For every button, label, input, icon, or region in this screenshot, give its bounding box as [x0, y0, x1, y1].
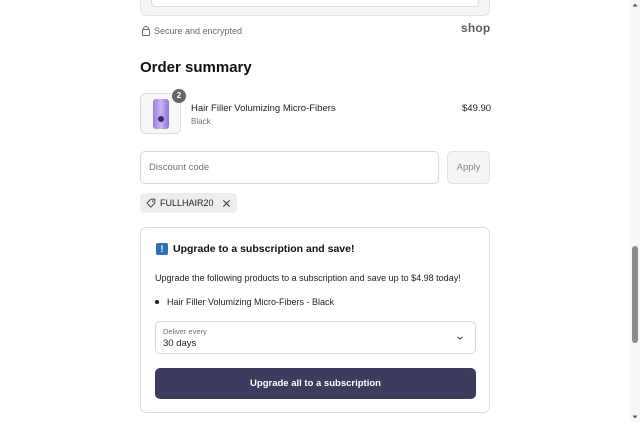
delivery-frequency-label: Deliver every — [163, 327, 207, 336]
applied-discount-chip: FULLHAIR20 — [140, 193, 237, 213]
product-image — [153, 99, 169, 129]
upgrade-title: Upgrade to a subscription and save! — [173, 243, 355, 255]
list-item: Hair Filler Volumizing Micro-Fibers - Bl… — [155, 297, 334, 307]
discount-code-input[interactable] — [140, 151, 439, 184]
delivery-frequency-select[interactable]: Deliver every 30 days — [155, 321, 476, 354]
quantity-badge: 2 — [172, 89, 186, 103]
order-summary-title: Order summary — [140, 59, 252, 76]
scroll-down-arrow-icon[interactable] — [632, 414, 638, 420]
upgrade-item-label: Hair Filler Volumizing Micro-Fibers - Bl… — [167, 297, 335, 307]
apply-discount-button[interactable]: Apply — [447, 151, 490, 184]
shop-logo: shop — [461, 21, 491, 35]
product-name: Hair Filler Volumizing Micro-Fibers — [191, 103, 336, 114]
upgrade-heading: ! Upgrade to a subscription and save! — [156, 243, 354, 255]
product-variant: Black — [191, 117, 211, 126]
scroll-up-arrow-icon[interactable] — [632, 2, 638, 8]
lock-icon — [142, 25, 150, 36]
scrollbar-thumb[interactable] — [632, 246, 638, 343]
bullet-icon — [155, 300, 159, 304]
secure-notice: Secure and encrypted — [142, 25, 243, 36]
product-price: $49.90 — [462, 103, 492, 114]
vertical-scrollbar[interactable] — [630, 0, 640, 422]
payment-field-bottom[interactable] — [151, 0, 479, 7]
secure-text: Secure and encrypted — [154, 26, 243, 36]
tag-icon — [146, 198, 156, 208]
checkout-page: Secure and encrypted shop Order summary … — [0, 0, 640, 422]
applied-discount-code: FULLHAIR20 — [160, 198, 214, 208]
exclamation-icon: ! — [156, 243, 168, 255]
subscription-upgrade-card: ! Upgrade to a subscription and save! Up… — [140, 227, 490, 413]
upgrade-description: Upgrade the following products to a subs… — [155, 273, 461, 283]
payment-card-bottom — [140, 0, 490, 16]
chevron-down-icon — [457, 336, 463, 340]
delivery-frequency-value: 30 days — [163, 338, 197, 349]
close-icon[interactable] — [222, 199, 231, 208]
upgrade-subscription-button[interactable]: Upgrade all to a subscription — [155, 368, 476, 399]
